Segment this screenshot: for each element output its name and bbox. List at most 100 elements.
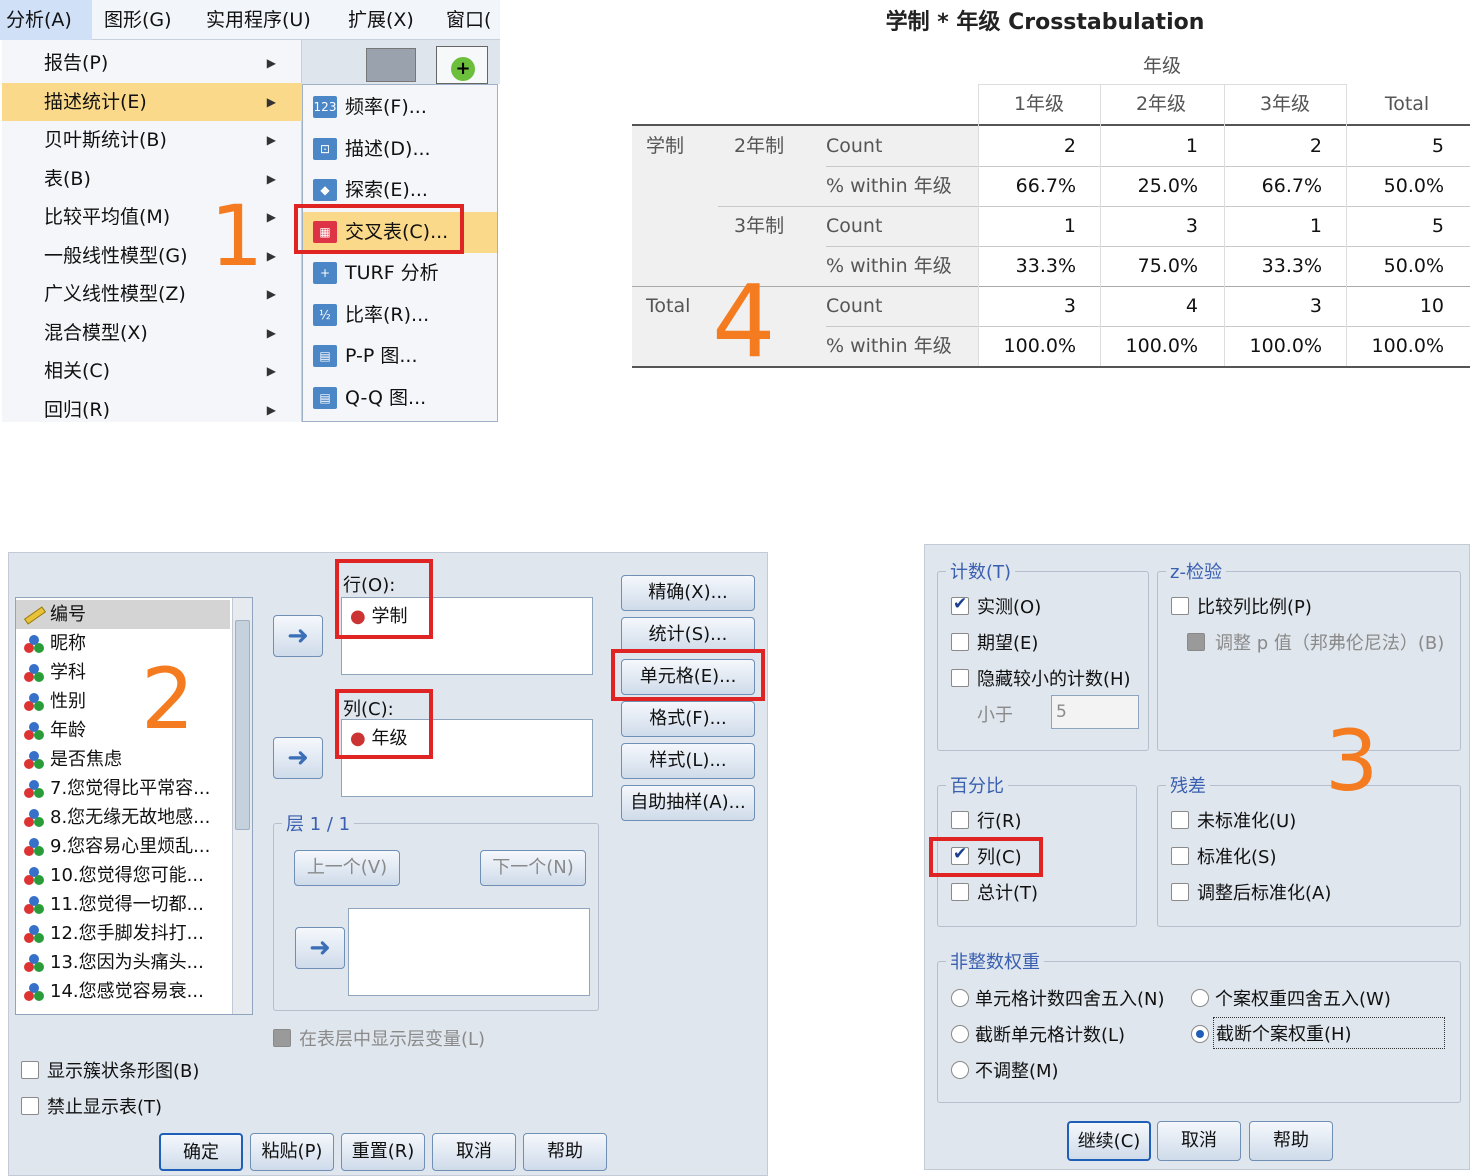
ok-button[interactable]: 确定 — [159, 1133, 243, 1171]
help-button[interactable]: 帮助 — [1249, 1121, 1333, 1161]
hide-small-checkbox[interactable] — [951, 669, 969, 687]
statistics-button[interactable]: 统计(S)... — [621, 617, 755, 653]
exact-button[interactable]: 精确(X)... — [621, 575, 755, 611]
layer-box[interactable] — [348, 908, 590, 996]
expected-checkbox[interactable] — [951, 633, 969, 651]
res-std-checkbox[interactable] — [1171, 847, 1189, 865]
truncate-case-radio[interactable] — [1191, 1025, 1209, 1043]
menu-graphs[interactable]: 图形(G) — [104, 6, 172, 34]
res-adj-label: 调整后标准化(A) — [1197, 883, 1332, 904]
variable-name: 年龄 — [50, 720, 86, 741]
variable-name: 9.您容易心里烦乱... — [50, 836, 211, 857]
nominal-variable-icon — [24, 809, 46, 827]
row-statistic-label: Count — [826, 135, 883, 157]
variable-list-item[interactable]: 14.您感觉容易衰... — [24, 977, 204, 1006]
next-layer-button[interactable]: 下一个(N) — [480, 850, 586, 886]
expected-label: 期望(E) — [977, 633, 1039, 654]
pct-row-label: 行(R) — [977, 811, 1022, 832]
continue-button[interactable]: 继续(C) — [1067, 1121, 1151, 1161]
round-case-label: 个案权重四舍五入(W) — [1215, 989, 1391, 1010]
menu-item-7[interactable]: 混合模型(X) ▶ — [2, 314, 302, 352]
menu-item-2[interactable]: 贝叶斯统计(B) ▶ — [2, 121, 302, 159]
move-to-columns-button[interactable]: ➜ — [273, 737, 323, 779]
add-icon[interactable]: + — [436, 46, 488, 84]
row-statistic-label: Count — [826, 295, 883, 317]
menu-utilities[interactable]: 实用程序(U) — [206, 6, 311, 34]
adjust-p-checkbox[interactable] — [1187, 633, 1205, 651]
round-cell-label: 单元格计数四舍五入(N) — [975, 989, 1165, 1010]
submenu-item-4[interactable]: + TURF 分析 — [303, 253, 497, 294]
submenu-item-5[interactable]: ½ 比率(R)... — [303, 295, 497, 336]
move-to-rows-button[interactable]: ➜ — [273, 615, 323, 657]
bar-chart-checkbox[interactable] — [21, 1061, 39, 1079]
cancel-button[interactable]: 取消 — [432, 1133, 516, 1171]
table-rule — [978, 84, 1346, 85]
help-button[interactable]: 帮助 — [523, 1133, 607, 1171]
compare-col-checkbox[interactable] — [1171, 597, 1189, 615]
truncate-cell-radio[interactable] — [951, 1025, 969, 1043]
cancel-button[interactable]: 取消 — [1157, 1121, 1241, 1161]
style-button[interactable]: 样式(L)... — [621, 743, 755, 779]
variable-list-item[interactable]: 昵称 — [24, 629, 86, 658]
menu-window[interactable]: 窗口( — [446, 6, 491, 34]
variable-name: 性别 — [50, 691, 86, 712]
variable-list-item[interactable]: 10.您觉得您可能... — [24, 861, 204, 890]
pp-plot-icon: ▤ — [313, 345, 337, 367]
variable-list-item[interactable]: 年龄 — [24, 716, 86, 745]
variable-list-item[interactable]: 11.您觉得一切都... — [24, 890, 204, 919]
variable-list[interactable]: 编号 昵称 学科性别年龄是否焦虑 7.您觉得比平常容... 8.您无缘无故地感... 9.… — [15, 597, 253, 1015]
menu-item-8[interactable]: 相关(C) ▶ — [2, 352, 302, 390]
submenu-item-6[interactable]: ▤ P-P 图... — [303, 336, 497, 377]
variable-list-item[interactable]: 学科 — [24, 658, 86, 687]
submenu-item-0[interactable]: 123 频率(F)... — [303, 87, 497, 128]
suppress-tables-checkbox[interactable] — [21, 1097, 39, 1115]
menu-analyze[interactable]: 分析(A) — [0, 0, 92, 40]
res-std-label: 标准化(S) — [1197, 847, 1277, 868]
pct-total-checkbox[interactable] — [951, 883, 969, 901]
menu-item-1[interactable]: 描述统计(E) ▶ — [2, 82, 302, 121]
show-layer-checkbox[interactable] — [273, 1029, 291, 1047]
reset-button[interactable]: 重置(R) — [341, 1133, 425, 1171]
submenu-item-label: 比率(R)... — [345, 303, 430, 326]
format-button[interactable]: 格式(F)... — [621, 701, 755, 737]
variable-name: 8.您无缘无故地感... — [50, 807, 211, 828]
variable-list-item[interactable]: 7.您觉得比平常容... — [24, 774, 210, 803]
chevron-right-icon: ▶ — [266, 171, 276, 186]
table-rule — [632, 124, 1470, 126]
toolbar-icon[interactable] — [366, 48, 416, 82]
round-cell-radio[interactable] — [951, 989, 969, 1007]
no-adjust-label: 不调整(M) — [975, 1061, 1059, 1082]
variable-list-item[interactable]: 是否焦虑 — [24, 745, 122, 774]
chevron-right-icon: ▶ — [266, 56, 276, 70]
table-rule — [826, 326, 1470, 327]
observed-checkbox[interactable] — [951, 594, 969, 615]
counts-title: 计数(T) — [946, 558, 1016, 584]
table-value: 2 — [1063, 135, 1076, 157]
previous-layer-button[interactable]: 上一个(V) — [294, 850, 400, 886]
variable-list-item[interactable]: 性别 — [24, 687, 86, 716]
menu-item-0[interactable]: 报告(P) ▶ — [2, 44, 302, 82]
res-unstd-checkbox[interactable] — [1171, 811, 1189, 829]
pct-row-checkbox[interactable] — [951, 811, 969, 829]
menu-extensions[interactable]: 扩展(X) — [348, 6, 414, 34]
no-adjust-radio[interactable] — [951, 1061, 969, 1079]
variable-list-item[interactable]: 8.您无缘无故地感... — [24, 803, 210, 832]
less-than-input[interactable]: 5 — [1051, 695, 1139, 729]
variable-list-scrollbar[interactable] — [232, 598, 252, 1014]
chevron-right-icon: ▶ — [266, 210, 276, 224]
table-value: 50.0% — [1383, 255, 1444, 277]
variable-list-item[interactable]: 13.您因为头痛头... — [24, 948, 204, 977]
res-adj-checkbox[interactable] — [1171, 883, 1189, 901]
bootstrap-button[interactable]: 自助抽样(A)... — [621, 785, 755, 821]
z-test-title: z-检验 — [1166, 558, 1226, 584]
variable-list-item[interactable]: 编号 — [16, 600, 230, 629]
row-statistic-label: % within 年级 — [826, 175, 952, 197]
variable-list-item[interactable]: 12.您手脚发抖打... — [24, 919, 204, 948]
menubar: 分析(A) 图形(G) 实用程序(U) 扩展(X) 窗口( — [0, 0, 500, 40]
variable-list-item[interactable]: 9.您容易心里烦乱... — [24, 832, 210, 861]
round-case-radio[interactable] — [1191, 989, 1209, 1007]
submenu-item-1[interactable]: ⊡ 描述(D)... — [303, 129, 497, 170]
paste-button[interactable]: 粘贴(P) — [250, 1133, 334, 1171]
submenu-item-7[interactable]: ▤ Q-Q 图... — [303, 378, 497, 419]
menu-item-9[interactable]: 回归(R) ▶ — [2, 391, 302, 423]
